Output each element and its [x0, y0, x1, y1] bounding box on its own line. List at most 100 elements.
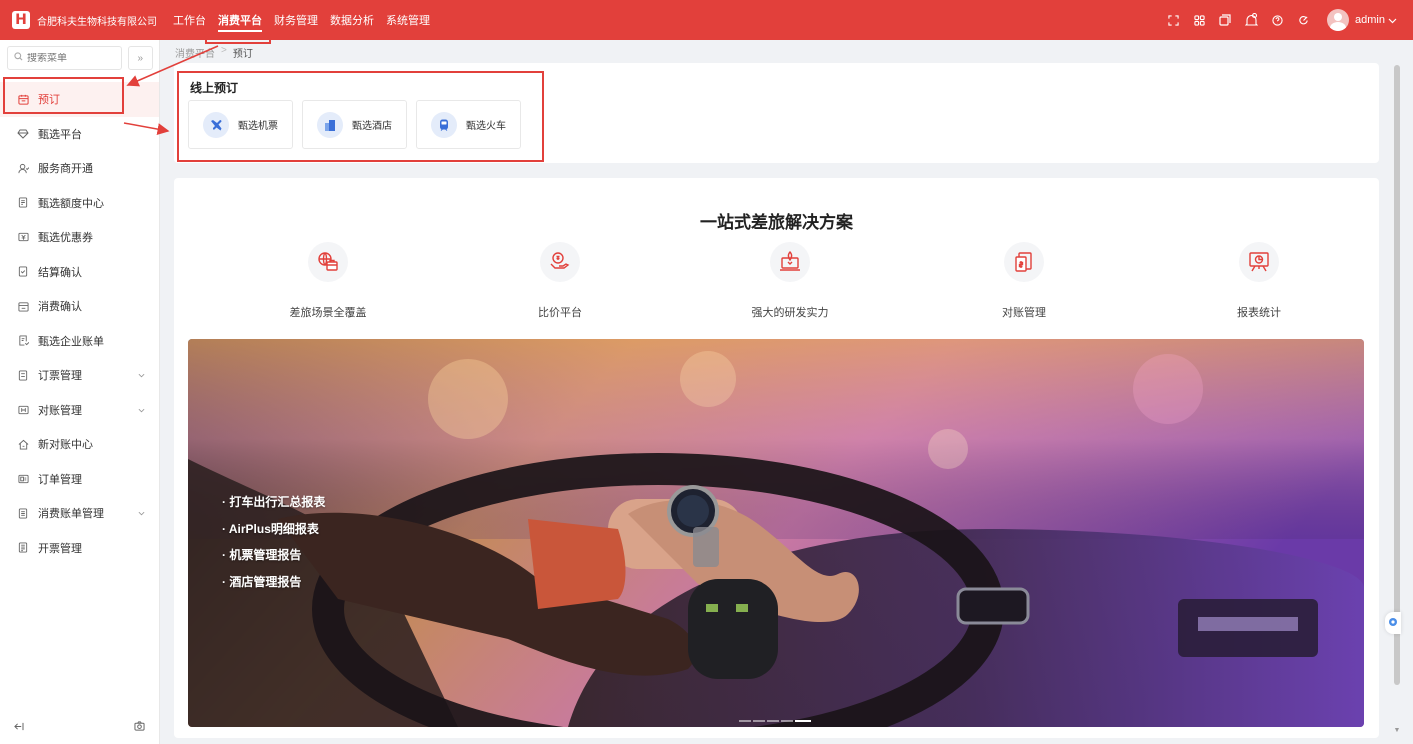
sidebar-item-label: 甄选企业账单	[38, 335, 104, 348]
sidebar-item-label: 服务商开通	[38, 163, 93, 176]
scroll-down-arrow[interactable]: ▼	[1393, 727, 1401, 735]
top-nav-workbench[interactable]: 工作台	[173, 0, 206, 40]
sidebar-item-provider-activation[interactable]: 服务商开通	[0, 151, 159, 186]
grid-icon[interactable]	[1191, 12, 1207, 28]
sidebar-item-settlement[interactable]: 结算确认	[0, 255, 159, 290]
top-nav-system[interactable]: 系统管理	[386, 0, 430, 40]
calendar-check-icon	[17, 300, 29, 312]
sidebar-search[interactable]	[7, 46, 122, 70]
sidebar-item-quota-center[interactable]: 甄选额度中心	[0, 186, 159, 221]
help-icon[interactable]	[1269, 12, 1285, 28]
logout-icon[interactable]	[13, 720, 24, 734]
money-hand-icon	[540, 242, 580, 282]
diamond-icon	[17, 128, 29, 140]
feature-reconciliation: 对账管理	[954, 242, 1094, 320]
search-icon	[14, 52, 23, 64]
feature-rd-strength: 强大的研发实力	[720, 242, 860, 320]
floating-assistant-button[interactable]	[1385, 612, 1401, 634]
banner-point: · AirPlus明细报表	[222, 521, 319, 536]
scroll-thumb[interactable]	[1394, 65, 1400, 685]
sidebar-item-enterprise-bill[interactable]: 甄选企业账单	[0, 324, 159, 359]
sidebar-item-label: 甄选平台	[38, 128, 82, 141]
sidebar-item-label: 甄选额度中心	[38, 197, 104, 210]
sidebar-item-reconciliation[interactable]: 对账管理	[0, 393, 159, 428]
feature-label: 报表统计	[1237, 307, 1281, 319]
banner-point: · 机票管理报告	[222, 548, 302, 562]
company-name: 合肥科夫生物科技有限公司	[37, 16, 157, 28]
chevron-down-icon[interactable]	[138, 369, 145, 381]
carousel-dot[interactable]	[795, 720, 811, 722]
solution-title: 一站式差旅解决方案	[700, 213, 853, 232]
ticket-icon	[17, 369, 29, 381]
sidebar-item-coupons[interactable]: 甄选优惠券	[0, 220, 159, 255]
sidebar-item-label: 结算确认	[38, 266, 82, 279]
sidebar-item-ticket-management[interactable]: 订票管理	[0, 358, 159, 393]
sidebar-item-label: 对账管理	[38, 404, 82, 417]
top-nav-data-analysis[interactable]: 数据分析	[330, 0, 374, 40]
assistant-icon	[1388, 616, 1398, 630]
sidebar-item-consumption-confirm[interactable]: 消费确认	[0, 289, 159, 324]
feature-label: 差旅场景全覆盖	[289, 307, 367, 319]
user-icon	[17, 162, 29, 174]
reconcile-bill-icon	[1004, 242, 1044, 282]
feature-label: 比价平台	[538, 307, 582, 319]
sidebar-item-label: 消费确认	[38, 301, 82, 314]
search-input[interactable]	[27, 52, 107, 64]
top-nav-finance[interactable]: 财务管理	[274, 0, 318, 40]
banner-point: · 打车出行汇总报表	[222, 495, 326, 509]
collapse-sidebar-button[interactable]: »	[127, 46, 153, 70]
app-logo[interactable]: H	[12, 11, 30, 29]
sidebar-menu: 预订 甄选平台 服务商开通 甄选额度中心 甄选优惠券 结算确认 消费确认 甄选企…	[0, 82, 159, 565]
annotation-box-top-nav	[205, 0, 271, 44]
sidebar-item-consumption-bill[interactable]: 消费账单管理	[0, 496, 159, 531]
travel-solution-card: 一站式差旅解决方案 差旅场景全覆盖 比价平台 强大的研发实力 对账管理 报表统计…	[174, 178, 1379, 738]
carousel-dot[interactable]	[781, 720, 793, 722]
briefcase-globe-icon	[308, 242, 348, 282]
carousel-dot[interactable]	[767, 720, 779, 722]
presentation-chart-icon	[1239, 242, 1279, 282]
username[interactable]: admin	[1355, 14, 1385, 26]
promo-banner[interactable]: · 打车出行汇总报表 · AirPlus明细报表 · 机票管理报告 · 酒店管理…	[188, 339, 1364, 727]
sidebar-item-select-platform[interactable]: 甄选平台	[0, 117, 159, 152]
screenshot-icon[interactable]	[134, 720, 145, 734]
invoice-icon	[17, 542, 29, 554]
carousel-dot[interactable]	[739, 720, 751, 722]
sidebar-footer	[0, 710, 159, 744]
annotation-box-sidebar-booking	[3, 77, 124, 114]
banner-image	[188, 339, 1364, 727]
bell-icon[interactable]	[1243, 12, 1259, 28]
chevron-down-icon[interactable]	[138, 507, 145, 519]
check-document-icon	[17, 266, 29, 278]
sidebar-item-label: 订单管理	[38, 473, 82, 486]
sidebar-item-label: 甄选优惠券	[38, 232, 93, 245]
breadcrumb-separator: >	[221, 45, 227, 56]
window-icon[interactable]	[1217, 12, 1233, 28]
banner-report-list: · 打车出行汇总报表 · AirPlus明细报表 · 机票管理报告 · 酒店管理…	[222, 493, 325, 599]
feature-report-statistics: 报表统计	[1189, 242, 1329, 320]
breadcrumb: 消费平台 > 预订	[175, 45, 253, 60]
coupon-icon	[17, 231, 29, 243]
chevron-down-icon[interactable]	[1388, 13, 1397, 27]
sidebar-item-new-reconciliation-center[interactable]: 新对账中心	[0, 427, 159, 462]
carousel-indicators	[739, 720, 813, 722]
settings-icon[interactable]	[1295, 12, 1311, 28]
rocket-laptop-icon	[770, 242, 810, 282]
sidebar-item-order-management[interactable]: 订单管理	[0, 462, 159, 497]
feature-label: 强大的研发实力	[751, 307, 829, 319]
sidebar-item-label: 消费账单管理	[38, 508, 104, 521]
sidebar-item-label: 开票管理	[38, 542, 82, 555]
feature-full-coverage: 差旅场景全覆盖	[258, 242, 398, 320]
sidebar-item-invoice-management[interactable]: 开票管理	[0, 531, 159, 566]
reconcile-icon	[17, 404, 29, 416]
bill-icon	[17, 335, 29, 347]
feature-label: 对账管理	[1002, 307, 1046, 319]
user-avatar[interactable]	[1327, 9, 1350, 31]
banner-point: · 酒店管理报告	[222, 574, 302, 589]
carousel-dot[interactable]	[753, 720, 765, 722]
fullscreen-icon[interactable]	[1165, 12, 1181, 28]
sidebar-item-label: 订票管理	[38, 370, 82, 383]
chevron-down-icon[interactable]	[138, 404, 145, 416]
breadcrumb-parent[interactable]: 消费平台	[175, 45, 215, 60]
sidebar-item-label: 新对账中心	[38, 439, 93, 452]
annotation-box-online-booking	[177, 71, 544, 162]
